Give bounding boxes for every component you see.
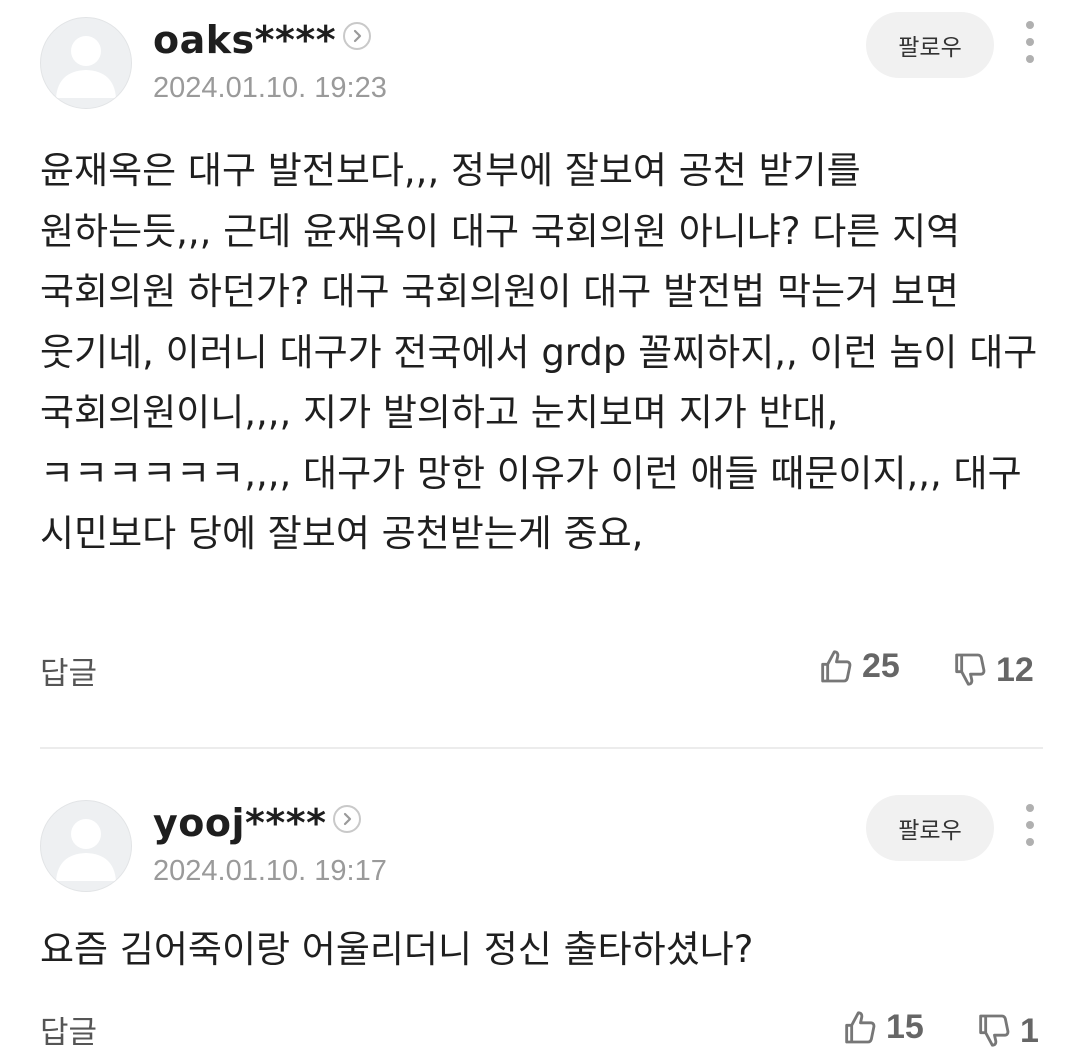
more-vertical-icon[interactable]	[1019, 14, 1041, 74]
default-avatar-icon	[56, 819, 116, 881]
chevron-right-icon[interactable]	[333, 805, 361, 833]
comment-item: yooj**** 2024.01.10. 19:17 팔로우 요즘 김어죽이랑 …	[0, 783, 1080, 1055]
thumbs-up-icon	[821, 650, 852, 683]
like-count: 25	[862, 647, 900, 685]
username[interactable]: oaks****	[153, 18, 336, 62]
like-button[interactable]: 25	[816, 646, 900, 686]
like-button[interactable]: 15	[840, 1007, 924, 1047]
avatar[interactable]	[40, 17, 132, 109]
reply-button[interactable]: 답글	[40, 654, 97, 694]
comment-item: oaks**** 2024.01.10. 19:23 팔로우 윤재옥은 대구 발…	[0, 0, 1080, 748]
comment-date: 2024.01.10. 19:23	[153, 72, 387, 104]
thumbs-down-icon	[979, 1014, 1010, 1047]
dislike-count: 1	[1020, 1012, 1039, 1050]
more-vertical-icon[interactable]	[1019, 797, 1041, 857]
thumbs-down-icon	[955, 653, 986, 686]
like-count: 15	[886, 1008, 924, 1046]
comment-text: 윤재옥은 대구 발전보다,,, 정부에 잘보여 공천 받기를 원하는듯,,, 근…	[40, 149, 1038, 555]
follow-button[interactable]: 팔로우	[866, 12, 994, 78]
follow-button[interactable]: 팔로우	[866, 795, 994, 861]
default-avatar-icon	[56, 36, 116, 98]
dislike-count: 12	[996, 651, 1034, 689]
username[interactable]: yooj****	[153, 801, 327, 845]
avatar[interactable]	[40, 800, 132, 892]
comment-date: 2024.01.10. 19:17	[153, 855, 387, 887]
comment-text: 요즘 김어죽이랑 어울리더니 정신 출타하셨나?	[40, 928, 754, 971]
dislike-button[interactable]: 1	[974, 1011, 1039, 1051]
reply-button[interactable]: 답글	[40, 1013, 97, 1053]
dislike-button[interactable]: 12	[950, 650, 1034, 690]
thumbs-up-icon	[845, 1011, 876, 1044]
chevron-right-icon[interactable]	[343, 22, 371, 50]
comment-divider	[40, 747, 1043, 749]
